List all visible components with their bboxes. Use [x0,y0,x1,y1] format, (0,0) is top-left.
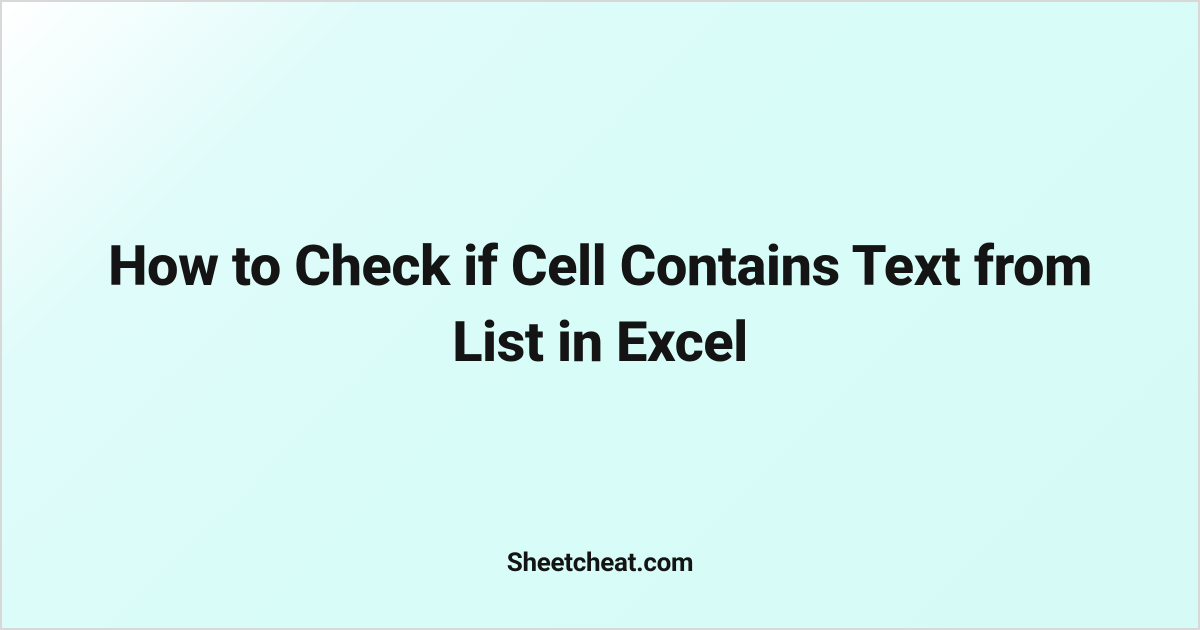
site-attribution: Sheetcheat.com [2,548,1198,578]
article-title: How to Check if Cell Contains Text from … [82,229,1118,380]
feature-card: How to Check if Cell Contains Text from … [0,0,1200,630]
